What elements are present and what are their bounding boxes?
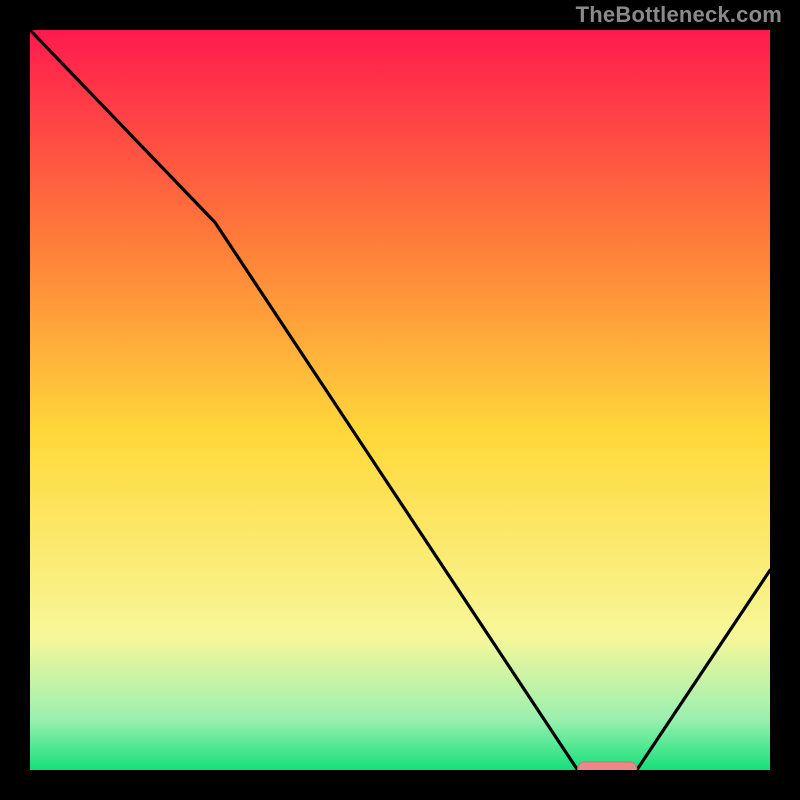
optimal-range-marker — [578, 762, 637, 770]
gradient-background — [30, 30, 770, 770]
watermark-text: TheBottleneck.com — [576, 2, 782, 28]
plot-area — [30, 30, 770, 770]
chart-svg — [30, 30, 770, 770]
chart-frame: TheBottleneck.com — [0, 0, 800, 800]
